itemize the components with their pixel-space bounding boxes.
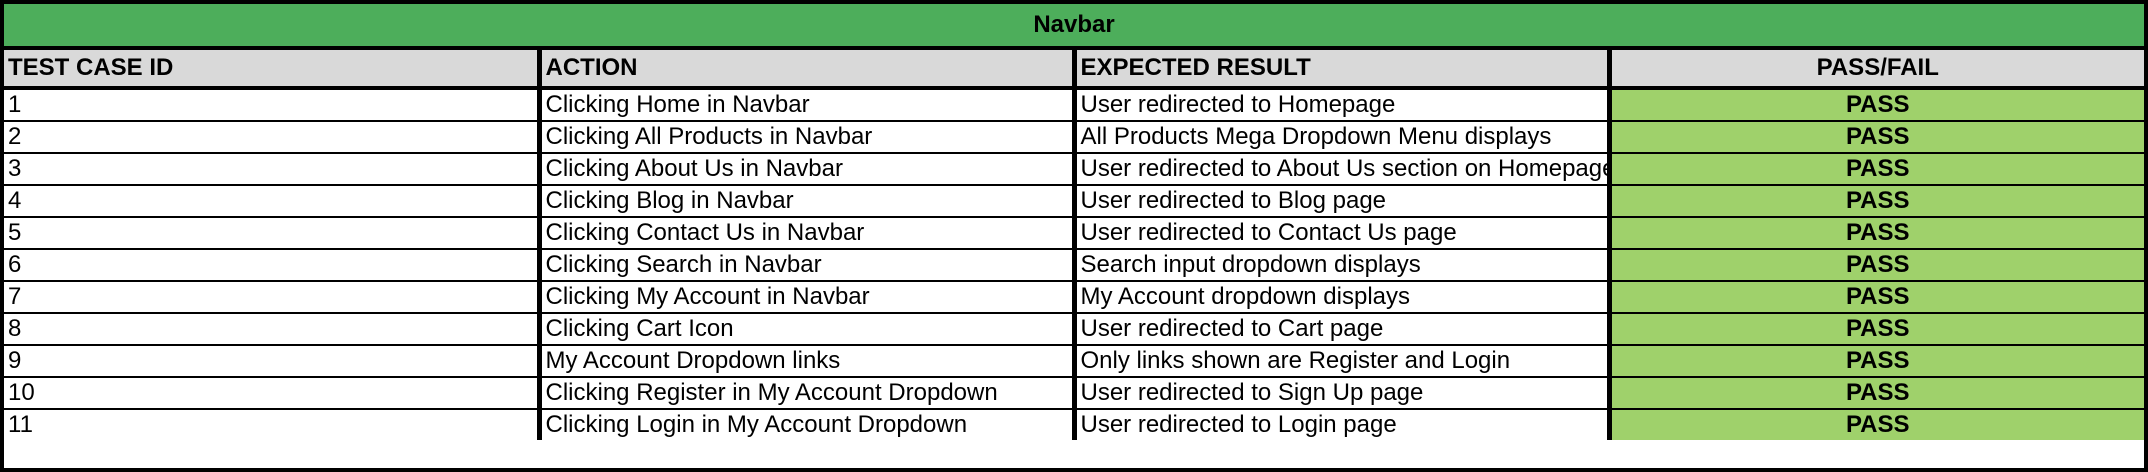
expected-result-cell[interactable]: User redirected to Homepage xyxy=(1074,88,1612,122)
table-row: 6 Clicking Search in Navbar Search input d… xyxy=(4,249,2144,282)
test-case-id-cell[interactable]: 6 xyxy=(4,249,542,282)
table-row: 1 Clicking Home in Navbar User redirected … xyxy=(4,88,2144,122)
table-row: 5 Clicking Contact Us in Navbar User redir… xyxy=(4,217,2144,250)
table-row: 9 My Account Dropdown links Only links sho… xyxy=(4,345,2144,378)
test-case-id-cell[interactable]: 8 xyxy=(4,313,542,346)
action-cell[interactable]: Clicking Contact Us in Navbar xyxy=(539,217,1077,250)
pass-fail-cell[interactable]: PASS xyxy=(1609,313,2144,346)
pass-fail-cell[interactable]: PASS xyxy=(1609,409,2144,440)
pass-fail-cell[interactable]: PASS xyxy=(1609,217,2144,250)
expected-result-cell[interactable]: User redirected to Sign Up page xyxy=(1074,377,1612,410)
spreadsheet: Navbar TEST CASE ID ACTION EXPECTED RESU… xyxy=(0,0,2148,472)
table-row: 2 Clicking All Products in Navbar All Prod… xyxy=(4,121,2144,154)
expected-result-cell[interactable]: Only links shown are Register and Login xyxy=(1074,345,1612,378)
pass-fail-cell[interactable]: PASS xyxy=(1609,377,2144,410)
expected-result-cell[interactable]: All Products Mega Dropdown Menu displays xyxy=(1074,121,1612,154)
title-row: Navbar xyxy=(4,4,2144,50)
pass-fail-cell[interactable]: PASS xyxy=(1609,249,2144,282)
table-title[interactable]: Navbar xyxy=(4,4,2144,50)
table-row: 10 Clicking Register in My Account Dropdo… xyxy=(4,377,2144,410)
test-case-id-cell[interactable]: 10 xyxy=(4,377,542,410)
test-case-id-cell[interactable]: 4 xyxy=(4,185,542,218)
expected-result-cell[interactable]: User redirected to Blog page xyxy=(1074,185,1612,218)
action-cell[interactable]: Clicking My Account in Navbar xyxy=(539,281,1077,314)
action-cell[interactable]: Clicking About Us in Navbar xyxy=(539,153,1077,186)
test-case-id-cell[interactable]: 7 xyxy=(4,281,542,314)
test-case-id-cell[interactable]: 2 xyxy=(4,121,542,154)
pass-fail-cell[interactable]: PASS xyxy=(1609,88,2144,122)
header-pass-fail[interactable]: PASS/FAIL xyxy=(1609,48,2144,90)
table-row: 11 Clicking Login in My Account Dropdown U… xyxy=(4,409,2144,440)
table-row: 8 Clicking Cart Icon User redirected to Ca… xyxy=(4,313,2144,346)
test-case-id-cell[interactable]: 11 xyxy=(4,409,542,440)
action-cell[interactable]: Clicking Register in My Account Dropdown xyxy=(539,377,1077,410)
header-test-case-id[interactable]: TEST CASE ID xyxy=(4,48,542,90)
table-row: 3 Clicking About Us in Navbar User redirec… xyxy=(4,153,2144,186)
table-row: 4 Clicking Blog in Navbar User redirected … xyxy=(4,185,2144,218)
test-case-id-cell[interactable]: 9 xyxy=(4,345,542,378)
action-cell[interactable]: Clicking Search in Navbar xyxy=(539,249,1077,282)
expected-result-cell[interactable]: User redirected to About Us section on H… xyxy=(1074,153,1612,186)
action-cell[interactable]: Clicking Blog in Navbar xyxy=(539,185,1077,218)
header-expected-result[interactable]: EXPECTED RESULT xyxy=(1074,48,1612,90)
test-case-table: Navbar TEST CASE ID ACTION EXPECTED RESU… xyxy=(4,4,2144,440)
test-case-id-cell[interactable]: 1 xyxy=(4,88,542,122)
expected-result-cell[interactable]: User redirected to Cart page xyxy=(1074,313,1612,346)
header-action[interactable]: ACTION xyxy=(539,48,1077,90)
pass-fail-cell[interactable]: PASS xyxy=(1609,185,2144,218)
pass-fail-cell[interactable]: PASS xyxy=(1609,153,2144,186)
pass-fail-cell[interactable]: PASS xyxy=(1609,281,2144,314)
action-cell[interactable]: Clicking Home in Navbar xyxy=(539,88,1077,122)
expected-result-cell[interactable]: User redirected to Contact Us page xyxy=(1074,217,1612,250)
pass-fail-cell[interactable]: PASS xyxy=(1609,121,2144,154)
action-cell[interactable]: Clicking Login in My Account Dropdown xyxy=(539,409,1077,440)
test-case-id-cell[interactable]: 5 xyxy=(4,217,542,250)
expected-result-cell[interactable]: User redirected to Login page xyxy=(1074,409,1612,440)
pass-fail-cell[interactable]: PASS xyxy=(1609,345,2144,378)
action-cell[interactable]: Clicking All Products in Navbar xyxy=(539,121,1077,154)
action-cell[interactable]: Clicking Cart Icon xyxy=(539,313,1077,346)
expected-result-cell[interactable]: My Account dropdown displays xyxy=(1074,281,1612,314)
test-case-id-cell[interactable]: 3 xyxy=(4,153,542,186)
action-cell[interactable]: My Account Dropdown links xyxy=(539,345,1077,378)
table-row: 7 Clicking My Account in Navbar My Account… xyxy=(4,281,2144,314)
header-row: TEST CASE ID ACTION EXPECTED RESULT PASS… xyxy=(4,48,2144,90)
expected-result-cell[interactable]: Search input dropdown displays xyxy=(1074,249,1612,282)
